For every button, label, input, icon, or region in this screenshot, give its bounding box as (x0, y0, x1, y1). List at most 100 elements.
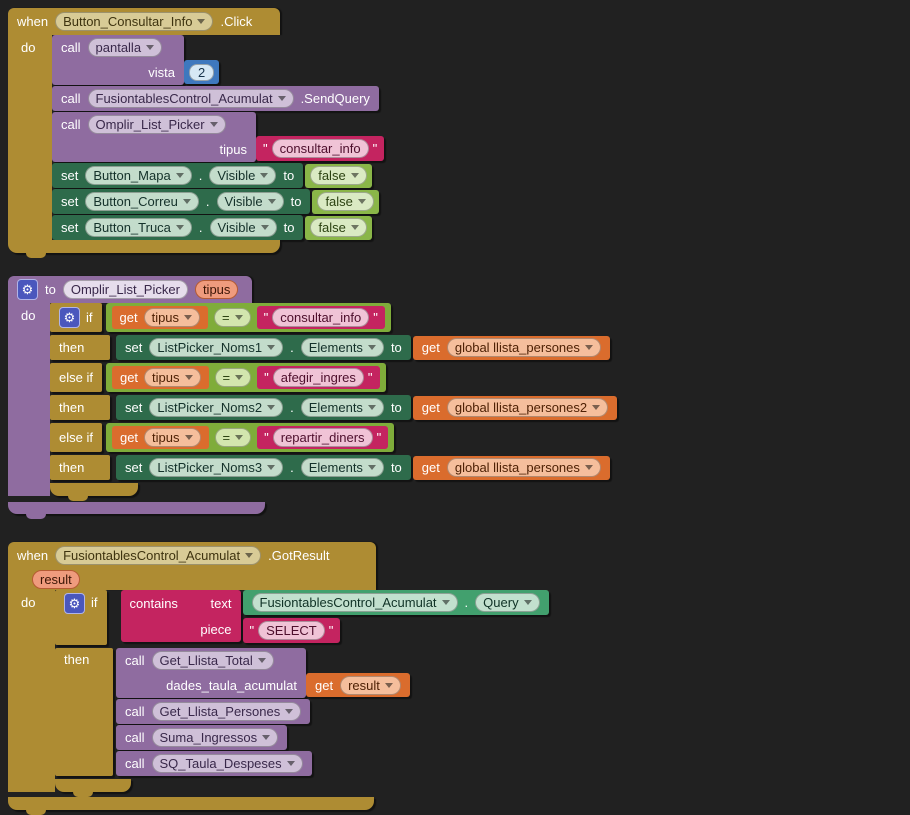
event-parameter-chip[interactable]: result (32, 570, 80, 589)
global-variable-dropdown[interactable]: global llista_persones2 (447, 398, 608, 417)
set-listpicker2-block[interactable]: set ListPicker_Noms2 . Elements to (116, 395, 411, 420)
procedure-dropdown[interactable]: SQ_Taula_Despeses (152, 754, 303, 773)
global-variable-dropdown[interactable]: global llista_persones (447, 458, 601, 477)
component-dropdown[interactable]: FusiontablesControl_Acumulat (88, 89, 294, 108)
variable-dropdown[interactable]: tipus (144, 368, 200, 387)
event-block-fusiontables-gotresult[interactable]: when FusiontablesControl_Acumulat .GotRe… (8, 542, 410, 810)
equals-block[interactable]: get tipus = " repartir_diner (106, 423, 394, 452)
text-string-block[interactable]: " consultar_info " (256, 136, 384, 161)
contains-text-block[interactable]: contains text piece (121, 590, 241, 642)
procedure-dropdown[interactable]: pantalla (88, 38, 163, 57)
dropdown-arrow-icon (261, 225, 269, 230)
variable-dropdown[interactable]: tipus (144, 308, 200, 327)
boolean-false-block[interactable]: false (305, 164, 371, 188)
event-header[interactable]: when Button_Consultar_Info .Click (8, 8, 280, 35)
text-field[interactable]: consultar_info (272, 308, 369, 327)
set-button-truca-block[interactable]: set Button_Truca . Visible to (52, 215, 303, 240)
then-label: then (59, 400, 84, 415)
boolean-dropdown[interactable]: false (310, 166, 366, 185)
text-field[interactable]: consultar_info (272, 139, 369, 158)
text-field[interactable]: afegir_ingres (273, 368, 364, 387)
component-dropdown[interactable]: FusiontablesControl_Acumulat (55, 546, 261, 565)
property-dropdown[interactable]: Visible (210, 218, 277, 237)
call-sq-taula-despeses-block[interactable]: call SQ_Taula_Despeses (116, 751, 312, 776)
procedure-block-omplir-list-picker[interactable]: ⚙ to Omplir_List_Picker tipus do ⚙ if ge… (8, 276, 617, 514)
call-suma-ingressos-block[interactable]: call Suma_Ingressos (116, 725, 287, 750)
boolean-false-block[interactable]: false (312, 190, 378, 214)
event-name: .GotResult (268, 548, 329, 563)
parameter-chip[interactable]: tipus (195, 280, 238, 299)
set-button-correu-block[interactable]: set Button_Correu . Visible to (52, 189, 310, 214)
get-result-block[interactable]: get result (306, 673, 410, 697)
gear-icon[interactable]: ⚙ (64, 593, 85, 614)
property-dropdown[interactable]: Elements (301, 458, 384, 477)
boolean-dropdown[interactable]: false (317, 192, 373, 211)
component-getter-block[interactable]: FusiontablesControl_Acumulat . Query (243, 590, 549, 615)
when-label: when (17, 14, 48, 29)
call-sendquery-block[interactable]: call FusiontablesControl_Acumulat .SendQ… (52, 86, 379, 111)
procedure-dropdown[interactable]: Suma_Ingressos (152, 728, 279, 747)
property-dropdown[interactable]: Visible (217, 192, 284, 211)
component-dropdown[interactable]: Button_Correu (85, 192, 199, 211)
text-field[interactable]: repartir_diners (273, 428, 373, 447)
get-variable-block[interactable]: get tipus (112, 306, 209, 329)
call-omplir-block[interactable]: call Omplir_List_Picker tipus (52, 112, 256, 162)
procedure-name-field[interactable]: Omplir_List_Picker (63, 280, 188, 299)
call-pantalla-block[interactable]: call pantalla vista (52, 35, 184, 85)
number-block[interactable]: 2 (184, 60, 219, 84)
procedure-header[interactable]: ⚙ to Omplir_List_Picker tipus (8, 276, 252, 303)
if-block[interactable]: ⚙ if contains text piece (55, 590, 410, 792)
property-dropdown[interactable]: Visible (209, 166, 276, 185)
boolean-dropdown[interactable]: false (310, 218, 366, 237)
if-block[interactable]: ⚙ if get tipus = (50, 303, 617, 496)
get-global-block[interactable]: get global llista_persones (413, 336, 610, 360)
if-label: if (86, 310, 93, 325)
procedure-dropdown[interactable]: Get_Llista_Persones (152, 702, 302, 721)
global-variable-dropdown[interactable]: global llista_persones (447, 338, 601, 357)
text-string-block[interactable]: " repartir_diners " (257, 426, 388, 449)
event-block-button-consultar-info-click[interactable]: when Button_Consultar_Info .Click do cal… (8, 8, 384, 253)
get-variable-block[interactable]: get tipus (112, 366, 209, 389)
variable-dropdown[interactable]: tipus (144, 428, 200, 447)
equals-block[interactable]: get tipus = " afegir_ingres (106, 363, 386, 392)
set-listpicker3-block[interactable]: set ListPicker_Noms3 . Elements to (116, 455, 411, 480)
variable-dropdown[interactable]: result (340, 676, 401, 695)
property-dropdown[interactable]: Elements (301, 398, 384, 417)
number-field[interactable]: 2 (189, 64, 214, 81)
text-string-block[interactable]: " consultar_info " (257, 306, 385, 329)
component-dropdown[interactable]: ListPicker_Noms3 (149, 458, 283, 477)
operator-dropdown[interactable]: = (214, 308, 251, 327)
operator-dropdown[interactable]: = (215, 368, 252, 387)
property-dropdown[interactable]: Query (475, 593, 539, 612)
component-dropdown[interactable]: ListPicker_Noms1 (149, 338, 283, 357)
dropdown-arrow-icon (267, 345, 275, 350)
set-listpicker1-block[interactable]: set ListPicker_Noms1 . Elements to (116, 335, 411, 360)
gear-icon[interactable]: ⚙ (17, 279, 38, 300)
component-dropdown[interactable]: Button_Consultar_Info (55, 12, 213, 31)
call-get-llista-total-block[interactable]: call Get_Llista_Total dades_taula_acumul… (116, 648, 306, 698)
text-string-block[interactable]: " afegir_ingres " (257, 366, 379, 389)
call-get-llista-persones-block[interactable]: call Get_Llista_Persones (116, 699, 310, 724)
boolean-false-block[interactable]: false (305, 216, 371, 240)
equals-block[interactable]: get tipus = " consultar_info (106, 303, 391, 332)
procedure-dropdown[interactable]: Get_Llista_Total (152, 651, 274, 670)
text-string-block[interactable]: " SELECT " (243, 618, 341, 643)
text-field[interactable]: SELECT (258, 621, 325, 640)
component-dropdown[interactable]: Button_Truca (85, 218, 192, 237)
component-name: ListPicker_Noms2 (157, 400, 262, 415)
operator-dropdown[interactable]: = (215, 428, 252, 447)
event-header[interactable]: when FusiontablesControl_Acumulat .GotRe… (8, 542, 376, 590)
gear-icon[interactable]: ⚙ (59, 307, 80, 328)
get-global-block[interactable]: get global llista_persones (413, 456, 610, 480)
event-block-foot (8, 240, 280, 253)
to-label: to (391, 460, 402, 475)
get-global-block[interactable]: get global llista_persones2 (413, 396, 617, 420)
component-dropdown[interactable]: Button_Mapa (85, 166, 191, 185)
procedure-dropdown[interactable]: Omplir_List_Picker (88, 115, 226, 134)
component-dropdown[interactable]: ListPicker_Noms2 (149, 398, 283, 417)
component-dropdown[interactable]: FusiontablesControl_Acumulat (252, 593, 458, 612)
get-variable-block[interactable]: get tipus (112, 426, 209, 449)
set-button-mapa-block[interactable]: set Button_Mapa . Visible to (52, 163, 303, 188)
property-dropdown[interactable]: Elements (301, 338, 384, 357)
elseif-label-segment: else if (50, 423, 102, 452)
